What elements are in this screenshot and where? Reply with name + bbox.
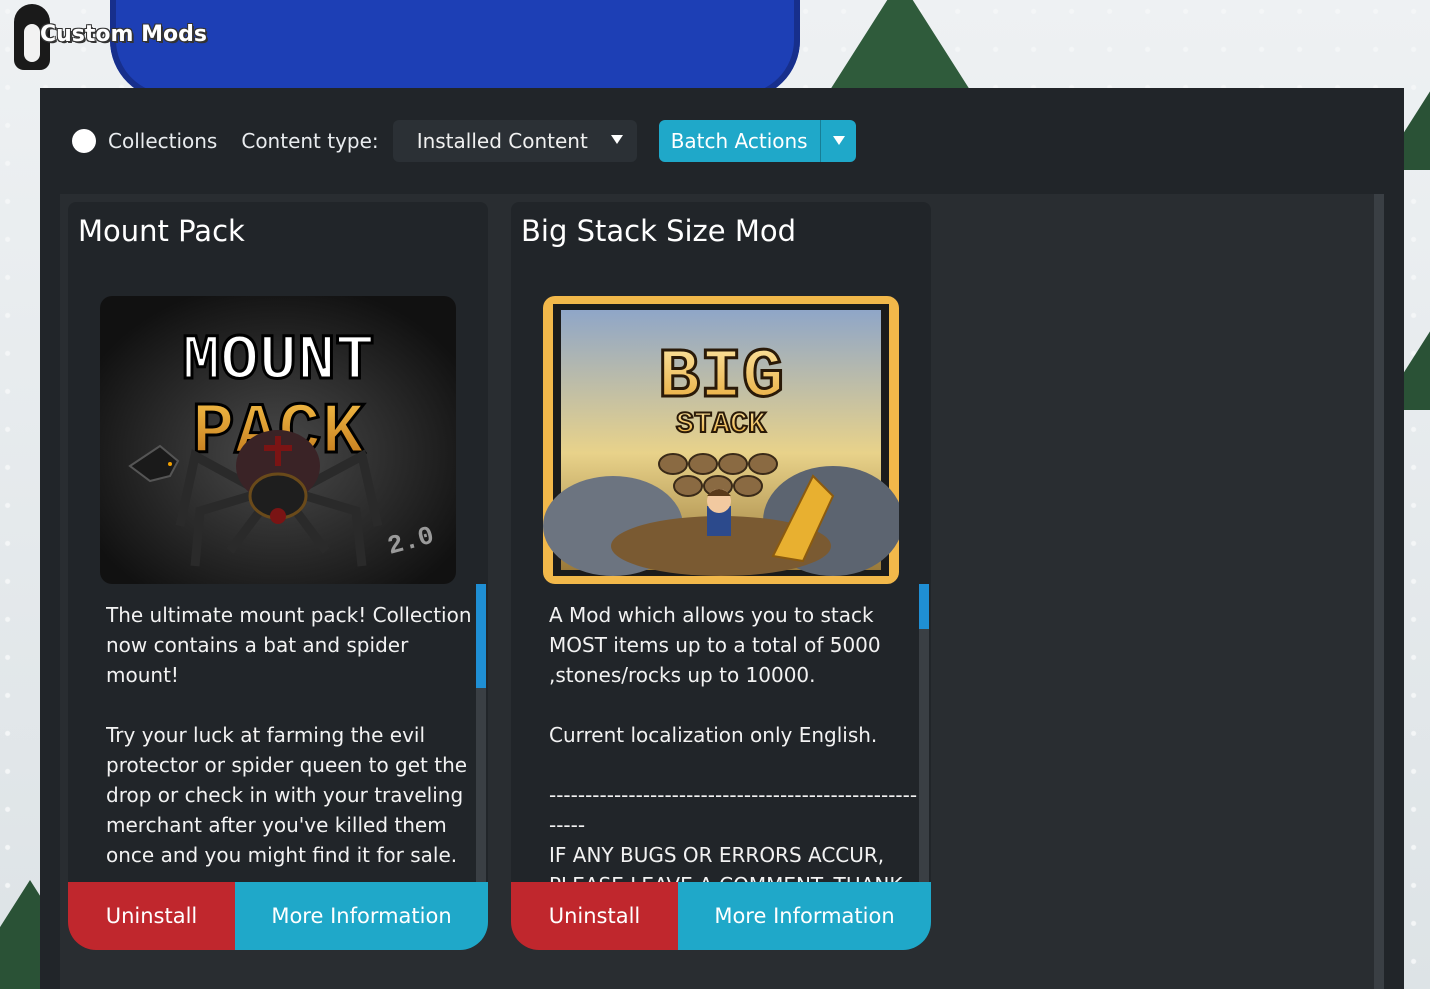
thumb-line1: MOUNT [182, 326, 374, 398]
collections-label[interactable]: Collections [108, 129, 217, 153]
uninstall-button[interactable]: Uninstall [68, 882, 235, 950]
more-information-button[interactable]: More Information [678, 882, 931, 950]
frozen-lake [110, 0, 800, 100]
description-scrollbar[interactable] [919, 584, 929, 882]
toolbar: Collections Content type: Installed Cont… [40, 88, 1404, 194]
batch-actions-button[interactable]: Batch Actions [658, 120, 856, 162]
thumb-line2: STACK [676, 408, 766, 442]
content-type-select[interactable]: Installed Content [392, 120, 637, 162]
mod-card: Mount Pack MOUNT PA [68, 202, 488, 950]
mount-pack-image: MOUNT PACK [100, 296, 456, 584]
thumb-line1: BIG [658, 339, 784, 418]
mod-title: Mount Pack [78, 214, 245, 248]
mods-list: Mount Pack MOUNT PA [60, 194, 1384, 989]
mod-description-scroll[interactable]: The ultimate mount pack! Collection now … [106, 600, 476, 882]
content-type-label: Content type: [241, 129, 379, 153]
mod-description: A Mod which allows you to stack MOST ite… [549, 603, 918, 882]
description-scrollbar[interactable] [476, 584, 486, 882]
batch-actions-dropdown-toggle[interactable] [819, 120, 856, 162]
scrollbar-thumb[interactable] [476, 584, 486, 688]
collections-radio[interactable] [72, 129, 96, 153]
custom-mods-panel: Collections Content type: Installed Cont… [40, 88, 1404, 989]
content-type-value: Installed Content [416, 129, 588, 153]
mod-thumbnail: MOUNT PACK [100, 296, 456, 584]
chevron-down-icon [610, 135, 623, 144]
pine-tree [830, 0, 970, 90]
batch-actions-label[interactable]: Batch Actions [659, 120, 820, 162]
mod-thumbnail: BIG STACK [543, 296, 899, 584]
big-stack-image: BIG STACK [543, 296, 899, 584]
mod-title: Big Stack Size Mod [521, 214, 797, 248]
scrollbar-thumb[interactable] [919, 584, 929, 629]
chevron-down-icon [832, 136, 845, 145]
window-title: Custom Mods [40, 22, 207, 47]
mod-card: Big Stack Size Mod BIG STACK A Mod which… [511, 202, 931, 950]
mod-actions: Uninstall More Information [511, 882, 931, 950]
mod-description: The ultimate mount pack! Collection now … [106, 603, 472, 867]
mod-description-scroll[interactable]: A Mod which allows you to stack MOST ite… [549, 600, 919, 882]
mods-list-scrollbar[interactable] [1374, 194, 1384, 989]
more-information-button[interactable]: More Information [235, 882, 488, 950]
uninstall-button[interactable]: Uninstall [511, 882, 678, 950]
mod-actions: Uninstall More Information [68, 882, 488, 950]
